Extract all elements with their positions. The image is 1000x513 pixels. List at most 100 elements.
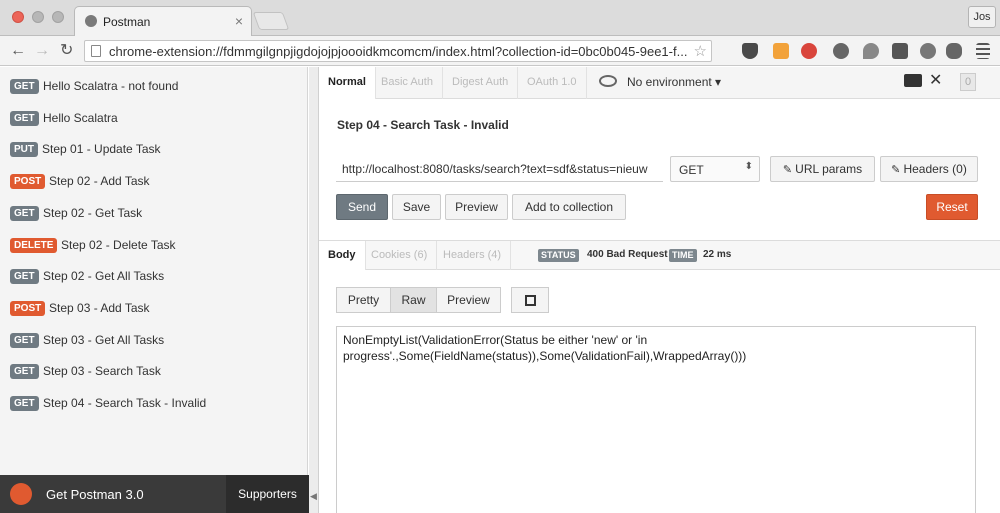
maximize-window-button[interactable] bbox=[52, 11, 64, 23]
profile-button[interactable]: Jos bbox=[968, 6, 996, 28]
preview-button[interactable]: Preview bbox=[445, 194, 508, 220]
supporters-button[interactable]: Supporters bbox=[226, 475, 309, 513]
close-window-button[interactable] bbox=[12, 11, 24, 23]
angular-icon[interactable] bbox=[892, 43, 908, 59]
tab-title: Postman bbox=[103, 15, 151, 29]
add-to-collection-button[interactable]: Add to collection bbox=[512, 194, 626, 220]
time-badge: TIME bbox=[669, 249, 697, 262]
method-value: GET bbox=[679, 163, 704, 177]
expand-button[interactable] bbox=[511, 287, 549, 313]
sidebar-request-item[interactable]: POST Step 03 - Add Task bbox=[0, 292, 308, 324]
request-name: Step 01 - Update Task bbox=[42, 142, 161, 157]
postman-favicon-icon bbox=[85, 15, 97, 27]
request-name: Step 02 - Add Task bbox=[49, 174, 150, 189]
adblock-icon[interactable] bbox=[801, 43, 817, 59]
headers-button[interactable]: ✎ Headers (0) bbox=[880, 156, 978, 182]
request-name: Hello Scalatra - not found bbox=[43, 79, 179, 93]
browser-tab-bar: Postman × Jos bbox=[0, 0, 1000, 36]
url-text[interactable]: http://localhost:8080/tasks/search?text=… bbox=[342, 162, 648, 176]
new-tab-button[interactable] bbox=[252, 12, 290, 30]
page-icon bbox=[91, 45, 101, 57]
tab-close-icon[interactable]: × bbox=[235, 13, 243, 29]
location-icon[interactable] bbox=[863, 43, 879, 59]
send-button[interactable]: Send bbox=[336, 194, 388, 220]
browser-nav-bar: ← → ↻ chrome-extension://fdmmgilgnpjigdo… bbox=[0, 36, 1000, 66]
extension-icon[interactable] bbox=[773, 43, 789, 59]
tab-normal[interactable]: Normal bbox=[319, 67, 376, 99]
method-badge: GET bbox=[10, 332, 39, 348]
url-input[interactable]: http://localhost:8080/tasks/search?text=… bbox=[336, 156, 663, 182]
bookmark-star-icon[interactable]: ☆ bbox=[694, 42, 707, 60]
pretty-button[interactable]: Pretty bbox=[336, 287, 391, 313]
preview-format-button[interactable]: Preview bbox=[436, 287, 501, 313]
collapse-arrow-icon[interactable]: ◀ bbox=[310, 491, 317, 502]
headers-label: Headers (0) bbox=[903, 162, 967, 176]
select-caret-icon: ⬍ bbox=[744, 161, 753, 172]
browser-tab[interactable]: Postman × bbox=[74, 6, 252, 36]
tab-basic-auth[interactable]: Basic Auth bbox=[372, 67, 443, 99]
sidebar-request-item[interactable]: GET Step 03 - Search Task bbox=[0, 355, 308, 387]
method-select[interactable]: GET ⬍ bbox=[670, 156, 760, 182]
globe-icon[interactable] bbox=[920, 43, 936, 59]
sidebar-request-item[interactable]: POST Step 02 - Add Task bbox=[0, 165, 308, 197]
sidebar-request-item[interactable]: GET Step 04 - Search Task - Invalid bbox=[0, 387, 308, 419]
keyboard-icon[interactable] bbox=[904, 74, 922, 87]
notifications-badge[interactable]: 0 bbox=[960, 73, 976, 91]
edit-icon: ✎ bbox=[782, 164, 796, 176]
method-badge: PUT bbox=[10, 142, 38, 158]
request-name: Step 03 - Add Task bbox=[49, 300, 150, 315]
settings-icon[interactable]: ✕ bbox=[929, 70, 942, 90]
tab-cookies[interactable]: Cookies (6) bbox=[362, 241, 438, 270]
status-badge: STATUS bbox=[538, 249, 579, 262]
request-name: Step 02 - Delete Task bbox=[61, 237, 176, 252]
sidebar-request-item[interactable]: GET Step 03 - Get All Tasks bbox=[0, 324, 308, 356]
save-button[interactable]: Save bbox=[392, 194, 441, 220]
request-title: Step 04 - Search Task - Invalid bbox=[337, 118, 509, 132]
tab-body[interactable]: Body bbox=[319, 241, 366, 270]
request-name: Step 03 - Get All Tasks bbox=[43, 332, 165, 347]
sidebar-request-item[interactable]: DELETE Step 02 - Delete Task bbox=[0, 229, 308, 261]
method-badge: GET bbox=[10, 79, 39, 94]
get-postman-label: Get Postman 3.0 bbox=[46, 487, 144, 502]
collection-sidebar: GET Hello Scalatra - not found GET Hello Sc… bbox=[0, 67, 308, 475]
reload-icon[interactable]: ↻ bbox=[60, 41, 73, 61]
method-badge: POST bbox=[10, 300, 46, 316]
response-tabs-bar: Body Cookies (6) Headers (4) STATUS 400 … bbox=[319, 240, 1000, 270]
request-name: Step 04 - Search Task - Invalid bbox=[43, 396, 207, 410]
request-name: Step 02 - Get Task bbox=[43, 205, 143, 220]
sidebar-request-item[interactable]: GET Step 02 - Get All Tasks bbox=[0, 260, 308, 292]
reset-button[interactable]: Reset bbox=[926, 194, 978, 220]
environment-selector[interactable]: No environment ▾ bbox=[627, 75, 721, 89]
auth-tabs-bar: Normal Basic Auth Digest Auth OAuth 1.0 … bbox=[319, 67, 1000, 99]
back-icon[interactable]: ← bbox=[10, 41, 26, 61]
sidebar-request-item[interactable]: GET Hello Scalatra - not found bbox=[0, 70, 308, 102]
sidebar-request-item[interactable]: GET Hello Scalatra bbox=[0, 102, 308, 134]
menu-icon[interactable] bbox=[976, 43, 990, 59]
url-params-button[interactable]: ✎ URL params bbox=[770, 156, 875, 182]
request-name: Step 03 - Search Task bbox=[43, 364, 161, 379]
tab-headers[interactable]: Headers (4) bbox=[434, 241, 512, 270]
expand-icon bbox=[525, 295, 536, 306]
sidebar-splitter[interactable]: ◀ bbox=[309, 67, 319, 513]
forward-icon[interactable]: → bbox=[34, 41, 50, 61]
method-badge: GET bbox=[10, 396, 39, 411]
method-badge: GET bbox=[10, 110, 39, 126]
tab-digest-auth[interactable]: Digest Auth bbox=[443, 67, 519, 99]
address-bar[interactable]: chrome-extension://fdmmgilgnpjigdojojpjo… bbox=[84, 40, 712, 62]
address-text[interactable]: chrome-extension://fdmmgilgnpjigdojojpjo… bbox=[109, 44, 705, 59]
postman-logo-icon bbox=[10, 483, 32, 505]
tab-oauth[interactable]: OAuth 1.0 bbox=[518, 67, 587, 99]
minimize-window-button[interactable] bbox=[32, 11, 44, 23]
eye-icon[interactable] bbox=[599, 75, 617, 87]
twitter-icon[interactable] bbox=[946, 43, 962, 59]
get-postman-banner[interactable]: Get Postman 3.0 bbox=[0, 475, 226, 513]
sidebar-request-item[interactable]: PUT Step 01 - Update Task bbox=[0, 133, 308, 165]
method-badge: GET bbox=[10, 205, 39, 221]
request-name: Step 02 - Get All Tasks bbox=[43, 269, 165, 284]
sidebar-request-item[interactable]: GET Step 02 - Get Task bbox=[0, 197, 308, 229]
pocket-icon[interactable] bbox=[742, 43, 758, 59]
response-body[interactable]: NonEmptyList(ValidationError(Status be e… bbox=[336, 326, 976, 513]
url-params-label: URL params bbox=[795, 162, 863, 176]
opera-icon[interactable] bbox=[833, 43, 849, 59]
raw-button[interactable]: Raw bbox=[390, 287, 437, 313]
